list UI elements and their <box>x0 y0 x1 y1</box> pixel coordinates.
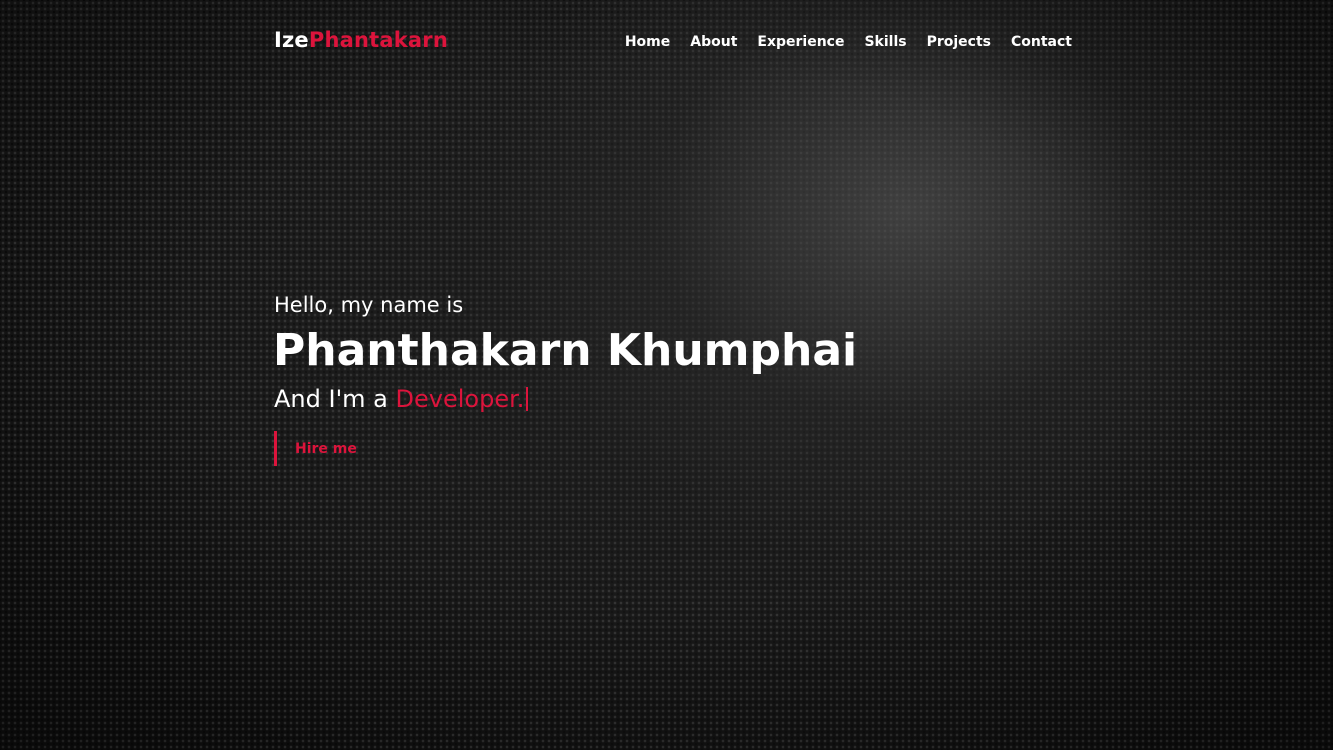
hire-me-button[interactable]: Hire me <box>274 431 357 466</box>
nav-link-contact[interactable]: Contact <box>1011 34 1072 50</box>
typed-role: Developer. <box>395 385 525 413</box>
nav-item-experience: Experience <box>757 31 844 50</box>
nav-item-skills: Skills <box>864 31 906 50</box>
nav-item-projects: Projects <box>927 31 991 50</box>
nav-link-about[interactable]: About <box>690 34 737 50</box>
tagline-prefix: And I'm a <box>274 385 388 413</box>
nav-link-projects[interactable]: Projects <box>927 34 991 50</box>
nav-menu: Home About Experience Skills Projects Co… <box>625 31 1072 50</box>
nav-link-experience[interactable]: Experience <box>757 34 844 50</box>
nav-item-home: Home <box>625 31 670 50</box>
nav-link-skills[interactable]: Skills <box>864 34 906 50</box>
logo-first-part: Ize <box>274 28 309 52</box>
hero-section: IzePhantakarn Home About Experience Skil… <box>0 0 1333 750</box>
hero-greeting: Hello, my name is <box>274 293 464 317</box>
nav-item-contact: Contact <box>1011 31 1072 50</box>
hero-name: Phanthakarn Khumphai <box>273 325 858 376</box>
typing-cursor <box>526 387 529 411</box>
hero-tagline: And I'm a Developer. <box>274 383 857 415</box>
navbar: IzePhantakarn Home About Experience Skil… <box>274 24 1072 56</box>
nav-item-about: About <box>690 31 737 50</box>
nav-link-home[interactable]: Home <box>625 34 670 50</box>
logo-second-part: Phantakarn <box>308 28 449 52</box>
hero-content: Hello, my name is Phanthakarn Khumphai A… <box>273 290 858 466</box>
site-logo[interactable]: IzePhantakarn <box>274 28 448 52</box>
